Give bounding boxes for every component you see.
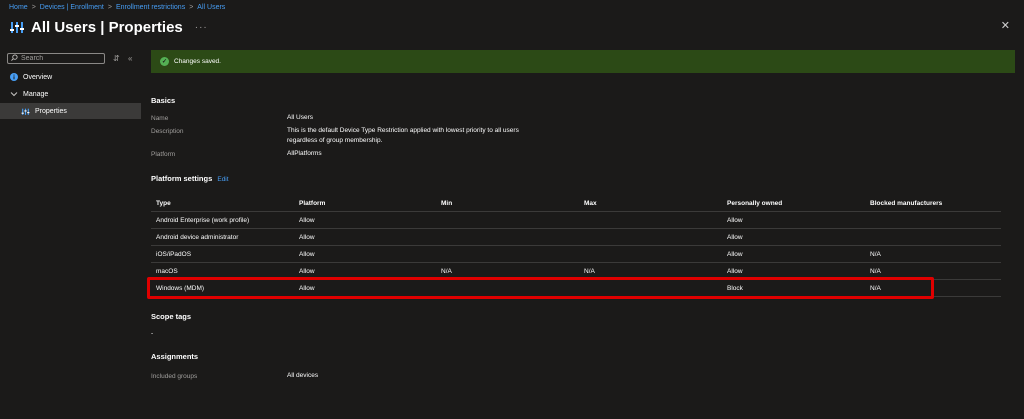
- table-row: macOS Allow N/A N/A Allow N/A: [151, 263, 1001, 280]
- title-row: All Users | Properties ···: [9, 17, 208, 37]
- cell-personally-owned: Allow: [727, 216, 743, 224]
- info-icon: [9, 73, 18, 82]
- assignments-heading: Assignments: [151, 352, 199, 361]
- scope-tags-heading: Scope tags: [151, 312, 192, 321]
- cell-type: Windows (MDM): [156, 284, 205, 292]
- breadcrumb-enrollment-restrictions[interactable]: Enrollment restrictions: [116, 4, 185, 11]
- page-title: All Users | Properties: [31, 18, 183, 36]
- more-options-button[interactable]: ···: [195, 22, 208, 33]
- table-row: iOS/iPadOS Allow Allow N/A: [151, 246, 1001, 263]
- breadcrumb-home[interactable]: Home: [9, 4, 28, 11]
- cell-platform: Allow: [299, 284, 315, 292]
- sidebar-item-overview[interactable]: Overview: [0, 69, 141, 85]
- cell-personally-owned: Allow: [727, 250, 743, 258]
- breadcrumb-all-users[interactable]: All Users: [197, 4, 225, 11]
- included-groups-label: Included groups: [151, 373, 198, 380]
- basics-heading: Basics: [151, 96, 176, 105]
- name-label: Name: [151, 115, 169, 122]
- table-header: Type Platform Min Max Personally owned B…: [151, 195, 1001, 212]
- sidebar-group-manage[interactable]: Manage: [0, 86, 141, 102]
- cell-platform: Allow: [299, 216, 315, 224]
- table-row: Android Enterprise (work profile) Allow …: [151, 212, 1001, 229]
- cell-type: iOS/iPadOS: [156, 250, 192, 258]
- table-row: Android device administrator Allow Allow: [151, 229, 1001, 246]
- breadcrumb-separator: >: [189, 4, 194, 11]
- column-header-type: Type: [156, 199, 171, 207]
- cell-platform: Allow: [299, 267, 315, 275]
- properties-icon: [21, 107, 30, 116]
- cell-type: macOS: [156, 267, 178, 275]
- platform-label: Platform: [151, 151, 176, 158]
- banner-text: Changes saved.: [174, 58, 221, 65]
- properties-icon: [9, 19, 25, 35]
- checkmark-icon: ✓: [160, 57, 169, 66]
- cell-blocked-manufacturers: N/A: [870, 250, 881, 258]
- platform-settings-heading: Platform settings Edit: [151, 174, 229, 183]
- sidebar-item-label: Properties: [35, 107, 67, 115]
- breadcrumb-devices-enrollment[interactable]: Devices | Enrollment: [40, 4, 104, 11]
- platform-settings-title: Platform settings: [151, 174, 213, 183]
- scope-tags-value: -: [151, 330, 154, 337]
- cell-personally-owned: Block: [727, 284, 743, 292]
- sidebar-item-label: Overview: [23, 73, 53, 81]
- cell-type: Android device administrator: [156, 233, 239, 241]
- sidebar: ⇵ « Overview Manage Properties: [0, 50, 141, 419]
- description-value: This is the default Device Type Restrict…: [287, 127, 519, 144]
- cell-blocked-manufacturers: N/A: [870, 284, 881, 292]
- success-banner: ✓ Changes saved.: [151, 50, 1015, 73]
- cell-max: N/A: [584, 267, 595, 275]
- collapse-sidebar-icon[interactable]: «: [128, 54, 132, 63]
- name-value: All Users: [287, 114, 314, 121]
- search-icon: [11, 54, 18, 63]
- platform-value: AllPlatforms: [287, 150, 322, 157]
- column-header-max: Max: [584, 199, 597, 207]
- search-input[interactable]: [21, 55, 101, 62]
- description-label: Description: [151, 128, 184, 135]
- breadcrumb: Home > Devices | Enrollment > Enrollment…: [9, 4, 225, 11]
- cell-personally-owned: Allow: [727, 267, 743, 275]
- edit-link[interactable]: Edit: [217, 176, 228, 183]
- included-groups-value: All devices: [287, 372, 319, 379]
- close-button[interactable]: ✕: [1001, 19, 1010, 32]
- table-row: Windows (MDM) Allow Block N/A: [151, 280, 1001, 297]
- sidebar-item-label: Manage: [23, 90, 49, 98]
- column-header-min: Min: [441, 199, 453, 207]
- breadcrumb-separator: >: [31, 4, 36, 11]
- sidebar-item-properties[interactable]: Properties: [0, 103, 141, 119]
- column-header-personally-owned: Personally owned: [727, 199, 783, 207]
- cell-blocked-manufacturers: N/A: [870, 267, 881, 275]
- breadcrumb-separator: >: [107, 4, 112, 11]
- search-box[interactable]: [7, 53, 105, 64]
- column-header-platform: Platform: [299, 199, 326, 207]
- cell-type: Android Enterprise (work profile): [156, 216, 250, 224]
- cell-personally-owned: Allow: [727, 233, 743, 241]
- cell-platform: Allow: [299, 233, 315, 241]
- cell-min: N/A: [441, 267, 452, 275]
- column-header-blocked-manufacturers: Blocked manufacturers: [870, 199, 943, 207]
- chevron-down-icon: [9, 90, 18, 99]
- cell-platform: Allow: [299, 250, 315, 258]
- filter-icon[interactable]: ⇵: [113, 54, 120, 63]
